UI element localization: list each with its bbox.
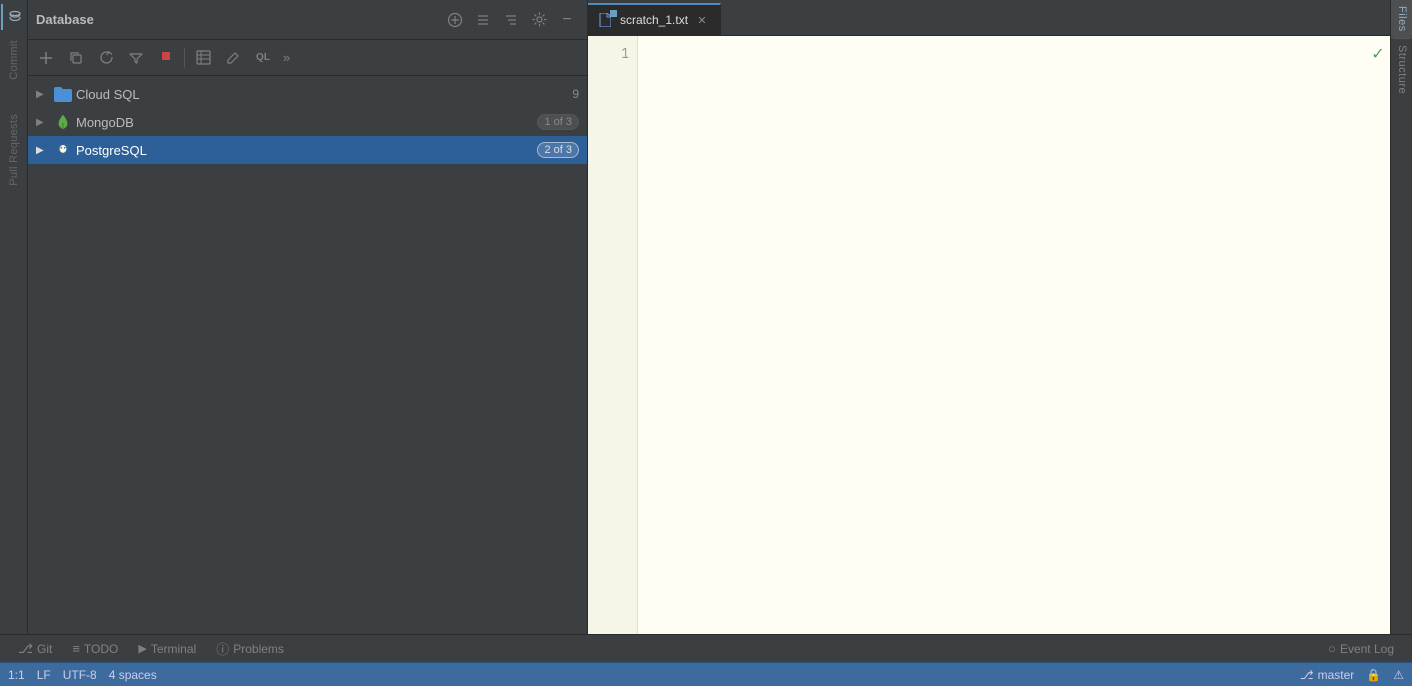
structure-panel-label[interactable]: Structure <box>1391 39 1412 100</box>
status-position[interactable]: 1:1 <box>8 668 25 682</box>
database-panel: Database − <box>28 0 588 634</box>
tree-item-mongodb[interactable]: ▶ MongoDB 1 of 3 <box>28 108 587 136</box>
filter-button[interactable] <box>122 44 150 72</box>
status-lock[interactable]: 🔒 <box>1366 668 1381 682</box>
postgresql-icon <box>54 141 72 159</box>
tree-item-cloud-sql[interactable]: ▶ Cloud SQL 9 <box>28 80 587 108</box>
editor-area: scratch_1.txt ✕ 1 ✓ <box>588 0 1390 634</box>
todo-label: TODO <box>84 642 118 656</box>
tab-scratch-1[interactable]: scratch_1.txt ✕ <box>588 3 721 35</box>
position-value: 1:1 <box>8 668 25 682</box>
event-log-icon: ○ <box>1328 641 1336 656</box>
add-datasource-button[interactable] <box>443 8 467 32</box>
activity-bar-commit[interactable]: Commit <box>8 38 20 82</box>
indent-value: 4 spaces <box>109 668 157 682</box>
mongodb-icon <box>54 113 72 131</box>
status-bar: 1:1 LF UTF-8 4 spaces ⎇ master 🔒 ⚠ <box>0 662 1412 686</box>
postgresql-badge: 2 of 3 <box>537 142 579 158</box>
expand-all-button[interactable] <box>499 8 523 32</box>
line-numbers: 1 <box>588 36 638 634</box>
edit-button[interactable] <box>219 44 247 72</box>
problems-label: Problems <box>233 642 284 656</box>
terminal-icon: ▶ <box>138 642 146 655</box>
terminal-tab[interactable]: ▶ Terminal <box>128 635 206 663</box>
files-panel-label[interactable]: Files <box>1391 0 1412 38</box>
settings-button[interactable] <box>527 8 551 32</box>
right-sidebar: Files Structure <box>1390 0 1412 634</box>
tab-close-button[interactable]: ✕ <box>694 12 710 28</box>
editor-text-area[interactable] <box>638 36 1366 634</box>
branch-icon: ⎇ <box>1300 668 1314 682</box>
collapse-all-button[interactable] <box>471 8 495 32</box>
git-tab[interactable]: ⎇ Git <box>8 635 62 663</box>
todo-tab[interactable]: ≡ TODO <box>62 635 128 663</box>
query-console-button[interactable]: QL <box>249 44 277 72</box>
event-log-tab[interactable]: ○ Event Log <box>1318 635 1404 663</box>
check-icon: ✓ <box>1371 44 1384 64</box>
line-number-1: 1 <box>588 44 637 64</box>
tab-bar: scratch_1.txt ✕ <box>588 0 1390 36</box>
cloud-sql-badge: 9 <box>572 87 579 101</box>
minimize-button[interactable]: − <box>555 8 579 32</box>
warning-icon: ⚠ <box>1393 668 1404 682</box>
database-toolbar: QL » <box>28 40 587 76</box>
status-encoding[interactable]: UTF-8 <box>63 668 97 682</box>
lock-icon: 🔒 <box>1366 668 1381 682</box>
toolbar-more-button[interactable]: » <box>279 50 294 65</box>
database-panel-header: Database − <box>28 0 587 40</box>
status-warning[interactable]: ⚠ <box>1393 668 1404 682</box>
activity-bar-pull-requests[interactable]: Pull Requests <box>8 112 20 188</box>
branch-value: master <box>1318 668 1355 682</box>
add-button[interactable] <box>32 44 60 72</box>
bottom-toolbar: ⎇ Git ≡ TODO ▶ Terminal ⓘ Problems ○ Eve… <box>0 634 1412 662</box>
editor-right-gutter: ✓ <box>1366 36 1390 634</box>
refresh-button[interactable] <box>92 44 120 72</box>
encoding-value: UTF-8 <box>63 668 97 682</box>
tree-item-postgresql[interactable]: ▶ PostgreSQL 2 of 3 <box>28 136 587 164</box>
problems-tab[interactable]: ⓘ Problems <box>206 635 294 663</box>
copy-button[interactable] <box>62 44 90 72</box>
git-icon: ⎇ <box>18 641 33 657</box>
todo-icon: ≡ <box>72 641 80 656</box>
editor-content: 1 ✓ <box>588 36 1390 634</box>
stop-button[interactable] <box>152 44 180 72</box>
mongodb-badge: 1 of 3 <box>537 114 579 130</box>
git-label: Git <box>37 642 52 656</box>
chevron-icon: ▶ <box>36 145 50 156</box>
cloud-sql-icon <box>54 85 72 103</box>
status-line-ending[interactable]: LF <box>37 668 51 682</box>
chevron-icon: ▶ <box>36 89 50 100</box>
chevron-icon: ▶ <box>36 117 50 128</box>
activity-bar-database[interactable] <box>1 4 27 30</box>
database-tree: ▶ Cloud SQL 9 ▶ <box>28 76 587 634</box>
activity-bar: Commit Pull Requests <box>0 0 28 634</box>
problems-icon: ⓘ <box>216 639 229 658</box>
toolbar-separator-1 <box>184 48 185 68</box>
event-log-label: Event Log <box>1340 642 1394 656</box>
terminal-label: Terminal <box>151 642 196 656</box>
file-icon <box>598 13 614 27</box>
line-ending-value: LF <box>37 668 51 682</box>
status-branch[interactable]: ⎇ master <box>1300 668 1355 682</box>
status-indent[interactable]: 4 spaces <box>109 668 157 682</box>
table-view-button[interactable] <box>189 44 217 72</box>
panel-title: Database <box>36 12 94 27</box>
